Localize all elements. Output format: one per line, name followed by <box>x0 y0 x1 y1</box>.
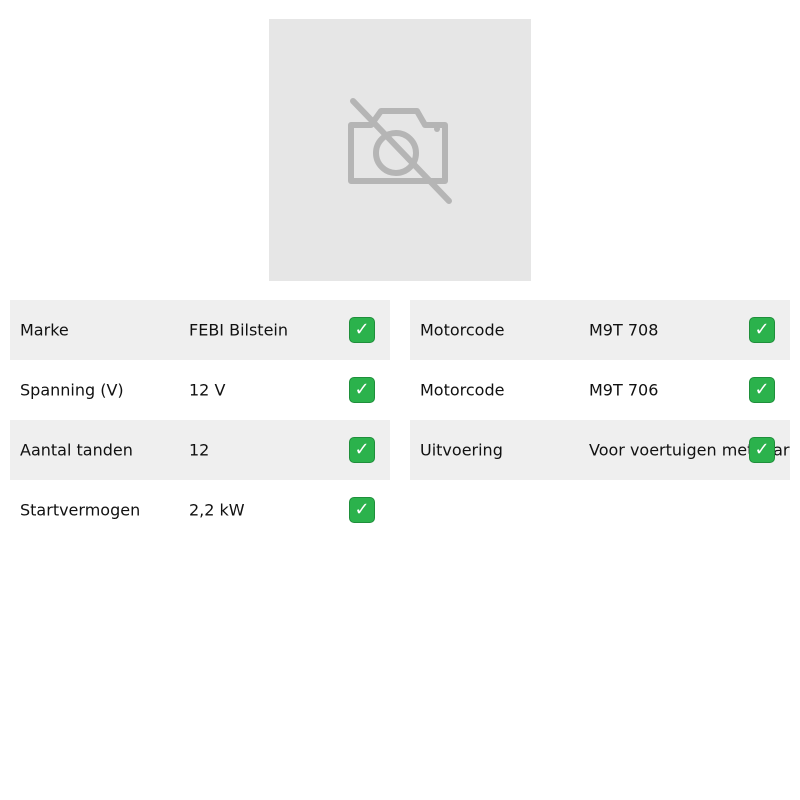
spec-label: Motorcode <box>420 380 505 400</box>
table-row: Startvermogen 2,2 kW ✓ <box>10 480 390 540</box>
spec-value: FEBI Bilstein <box>189 320 288 340</box>
table-row: Motorcode M9T 708 ✓ <box>410 300 790 360</box>
table-row: Uitvoering Voor voertuigen met start/ ✓ <box>410 420 790 480</box>
spec-value: M9T 706 <box>589 380 659 400</box>
spec-label: Motorcode <box>420 320 505 340</box>
check-mark-icon: ✓ <box>349 437 375 463</box>
spec-label: Marke <box>20 320 69 340</box>
spec-label: Startvermogen <box>20 500 141 520</box>
spec-value: 2,2 kW <box>189 500 245 520</box>
check-mark-icon: ✓ <box>349 317 375 343</box>
check-mark-icon: ✓ <box>349 497 375 523</box>
spec-value: 12 <box>189 440 210 460</box>
no-photo-camera-icon <box>348 98 452 204</box>
specs-table-right: Motorcode M9T 708 ✓ Motorcode M9T 706 ✓ … <box>410 300 790 480</box>
table-row: Aantal tanden 12 ✓ <box>10 420 390 480</box>
specs-table-left: Marke FEBI Bilstein ✓ Spanning (V) 12 V … <box>10 300 390 540</box>
product-image-placeholder <box>269 19 531 281</box>
check-mark-icon: ✓ <box>749 437 775 463</box>
spec-value: 12 V <box>189 380 226 400</box>
spec-label: Spanning (V) <box>20 380 124 400</box>
check-mark-icon: ✓ <box>349 377 375 403</box>
check-mark-icon: ✓ <box>749 377 775 403</box>
spec-label: Uitvoering <box>420 440 503 460</box>
spec-label: Aantal tanden <box>20 440 133 460</box>
table-row: Marke FEBI Bilstein ✓ <box>10 300 390 360</box>
table-row: Spanning (V) 12 V ✓ <box>10 360 390 420</box>
table-row: Motorcode M9T 706 ✓ <box>410 360 790 420</box>
check-mark-icon: ✓ <box>749 317 775 343</box>
spec-value: M9T 708 <box>589 320 659 340</box>
